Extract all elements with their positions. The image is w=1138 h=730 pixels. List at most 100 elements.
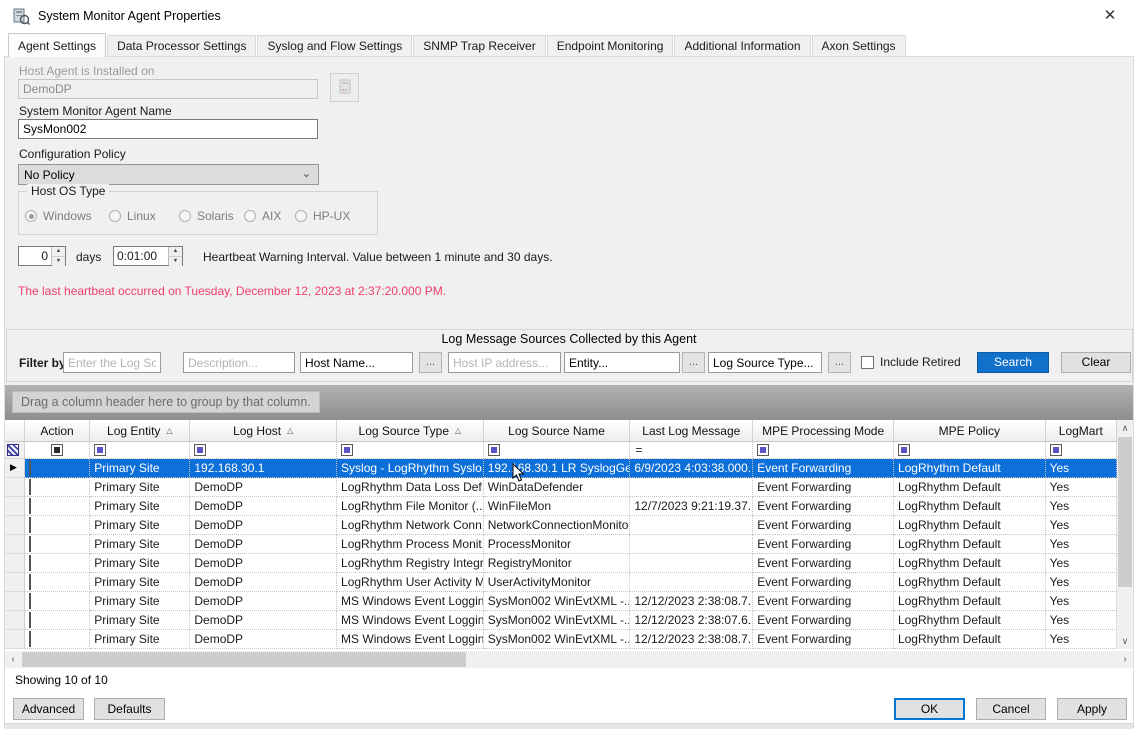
host-ip-filter-input[interactable] xyxy=(448,352,561,373)
host-name-browse-button[interactable]: ... xyxy=(419,352,442,373)
search-button[interactable]: Search xyxy=(977,352,1049,373)
cell-name: WinFileMon xyxy=(484,497,631,516)
filter-cell-last-log-message[interactable]: = xyxy=(630,442,753,459)
cell-host: DemoDP xyxy=(190,573,337,592)
cell-policy: LogRhythm Default xyxy=(894,630,1046,649)
os-radio-windows[interactable]: Windows xyxy=(25,209,92,223)
os-radio-linux[interactable]: Linux xyxy=(109,209,156,223)
column-header-log-source-type[interactable]: Log Source Type△ xyxy=(337,420,484,442)
row-checkbox[interactable] xyxy=(29,460,31,476)
row-checkbox[interactable] xyxy=(29,555,31,571)
table-row[interactable]: Primary SiteDemoDPMS Windows Event Loggi… xyxy=(5,630,1117,649)
tab-data-processor-settings[interactable]: Data Processor Settings xyxy=(107,35,256,56)
column-header-logmart[interactable]: LogMart xyxy=(1046,420,1117,442)
table-row[interactable]: Primary SiteDemoDPLogRhythm Network Conn… xyxy=(5,516,1117,535)
row-checkbox[interactable] xyxy=(29,593,31,609)
filter-cell-mpe-policy[interactable] xyxy=(894,442,1046,459)
tab-snmp-trap-receiver[interactable]: SNMP Trap Receiver xyxy=(413,35,545,56)
filter-cell-mpe-processing-mode[interactable] xyxy=(753,442,894,459)
ok-button[interactable]: OK xyxy=(894,698,965,720)
horizontal-scrollbar[interactable]: ‹ › xyxy=(5,651,1133,668)
table-row[interactable]: Primary SiteDemoDPLogRhythm Registry Int… xyxy=(5,554,1117,573)
column-header-action[interactable]: Action xyxy=(25,420,90,442)
hscroll-thumb[interactable] xyxy=(22,652,466,667)
log-source-filter-input[interactable] xyxy=(63,352,161,373)
defaults-button[interactable]: Defaults xyxy=(94,698,165,720)
row-checkbox[interactable] xyxy=(29,479,31,495)
row-checkbox[interactable] xyxy=(29,536,31,552)
os-radio-hp-ux[interactable]: HP-UX xyxy=(295,209,350,223)
vscroll-thumb[interactable] xyxy=(1118,437,1132,587)
filter-cell-action[interactable] xyxy=(25,442,90,459)
host-name-filter-input[interactable] xyxy=(300,352,413,373)
os-radio-aix[interactable]: AIX xyxy=(244,209,281,223)
entity-filter-input[interactable] xyxy=(564,352,680,373)
title-bar: System Monitor Agent Properties ✕ xyxy=(0,0,1138,32)
tab-additional-information[interactable]: Additional Information xyxy=(674,35,810,56)
filter-cell-log-entity[interactable] xyxy=(90,442,190,459)
close-icon[interactable]: ✕ xyxy=(1098,6,1122,26)
days-stepper[interactable]: 0 ▲▼ xyxy=(18,246,66,266)
vertical-scrollbar[interactable]: ∧ ∨ xyxy=(1117,420,1133,649)
scroll-left-icon[interactable]: ‹ xyxy=(5,651,21,668)
table-row[interactable]: Primary SiteDemoDPLogRhythm Process Moni… xyxy=(5,535,1117,554)
column-header-mpe-processing-mode[interactable]: MPE Processing Mode xyxy=(753,420,894,442)
row-checkbox[interactable] xyxy=(29,574,31,590)
cell-logmart: Yes xyxy=(1046,497,1117,516)
group-by-bar[interactable]: Drag a column header here to group by th… xyxy=(5,385,1133,420)
cancel-button[interactable]: Cancel xyxy=(976,698,1046,720)
log-source-type-browse-button[interactable]: ... xyxy=(828,352,851,373)
include-retired-checkbox[interactable] xyxy=(861,356,874,369)
filter-cell-log-source-name[interactable] xyxy=(484,442,631,459)
host-browse-button[interactable] xyxy=(330,73,359,102)
tab-syslog-and-flow-settings[interactable]: Syslog and Flow Settings xyxy=(257,35,412,56)
column-header-log-entity[interactable]: Log Entity△ xyxy=(90,420,190,442)
scroll-up-icon[interactable]: ∧ xyxy=(1117,420,1133,436)
row-checkbox[interactable] xyxy=(29,612,31,628)
row-checkbox[interactable] xyxy=(29,517,31,533)
table-row[interactable]: Primary SiteDemoDPMS Windows Event Loggi… xyxy=(5,592,1117,611)
column-header-log-source-name[interactable]: Log Source Name xyxy=(484,420,631,442)
table-row[interactable]: Primary SiteDemoDPLogRhythm Data Loss De… xyxy=(5,478,1117,497)
table-row[interactable]: Primary SiteDemoDPLogRhythm User Activit… xyxy=(5,573,1117,592)
row-checkbox[interactable] xyxy=(29,498,31,514)
agent-name-field[interactable] xyxy=(18,119,318,139)
include-retired-option[interactable]: Include Retired xyxy=(861,355,961,369)
spin-up-icon[interactable]: ▲ xyxy=(169,247,182,257)
table-row[interactable]: ▶Primary Site192.168.30.1Syslog - LogRhy… xyxy=(5,459,1117,478)
description-filter-input[interactable] xyxy=(183,352,295,373)
filter-cell-log-host[interactable] xyxy=(190,442,337,459)
spin-down-icon[interactable]: ▼ xyxy=(169,257,182,266)
spin-up-icon[interactable]: ▲ xyxy=(52,247,65,257)
indicator-column-header xyxy=(5,420,25,442)
column-header-mpe-policy[interactable]: MPE Policy xyxy=(894,420,1046,442)
os-radio-solaris[interactable]: Solaris xyxy=(179,209,234,223)
radio-icon xyxy=(109,210,121,222)
config-policy-select[interactable]: No Policy ⌄ xyxy=(18,164,319,185)
entity-browse-button[interactable]: ... xyxy=(682,352,705,373)
column-header-log-host[interactable]: Log Host△ xyxy=(190,420,337,442)
table-row[interactable]: Primary SiteDemoDPLogRhythm File Monitor… xyxy=(5,497,1117,516)
tab-axon-settings[interactable]: Axon Settings xyxy=(812,35,906,56)
filter-cell-logmart[interactable] xyxy=(1046,442,1117,459)
cell-mode: Event Forwarding xyxy=(753,611,894,630)
filter-cell-log-source-type[interactable] xyxy=(337,442,484,459)
tab-agent-settings[interactable]: Agent Settings xyxy=(8,33,106,57)
cell-mode: Event Forwarding xyxy=(753,535,894,554)
advanced-button[interactable]: Advanced xyxy=(13,698,84,720)
spin-down-icon[interactable]: ▼ xyxy=(52,257,65,266)
tab-endpoint-monitoring[interactable]: Endpoint Monitoring xyxy=(547,35,674,56)
scroll-down-icon[interactable]: ∨ xyxy=(1117,633,1133,649)
log-source-type-filter-input[interactable] xyxy=(708,352,822,373)
clear-filters-cell[interactable] xyxy=(5,442,25,459)
column-header-last-log-message[interactable]: Last Log Message xyxy=(630,420,753,442)
clear-button[interactable]: Clear xyxy=(1061,352,1131,373)
row-checkbox[interactable] xyxy=(29,631,31,647)
interval-stepper[interactable]: 0:01:00 ▲▼ xyxy=(113,246,183,266)
host-agent-label: Host Agent is Installed on xyxy=(19,64,154,78)
table-row[interactable]: Primary SiteDemoDPMS Windows Event Loggi… xyxy=(5,611,1117,630)
scroll-right-icon[interactable]: › xyxy=(1117,651,1133,668)
row-indicator-cell xyxy=(5,630,25,649)
apply-button[interactable]: Apply xyxy=(1057,698,1127,720)
cell-logmart: Yes xyxy=(1046,478,1117,497)
